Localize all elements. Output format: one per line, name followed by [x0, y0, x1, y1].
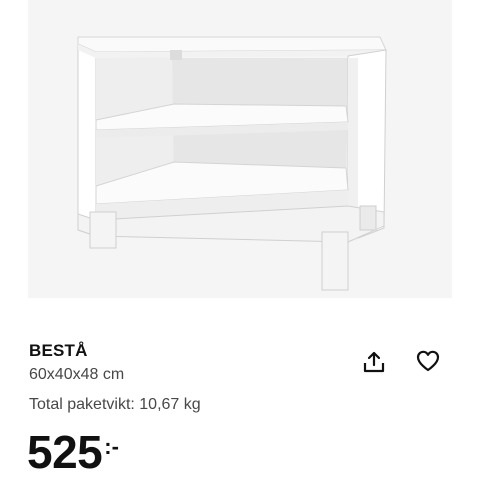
share-button[interactable] — [356, 344, 392, 380]
price-suffix: :- — [104, 434, 119, 459]
product-description: 60x40x48 cm — [29, 366, 125, 383]
share-icon — [363, 351, 385, 373]
favorite-button[interactable] — [410, 343, 446, 379]
product-image[interactable] — [28, 0, 452, 298]
heart-icon — [416, 350, 440, 372]
price-amount: 525 — [27, 426, 103, 478]
product-weight: Total paketvikt: 10,67 kg — [29, 396, 201, 413]
product-price: 525 :- — [27, 424, 119, 480]
shelf-unit-illustration — [77, 36, 387, 291]
product-name[interactable]: BESTÅ — [29, 341, 88, 361]
